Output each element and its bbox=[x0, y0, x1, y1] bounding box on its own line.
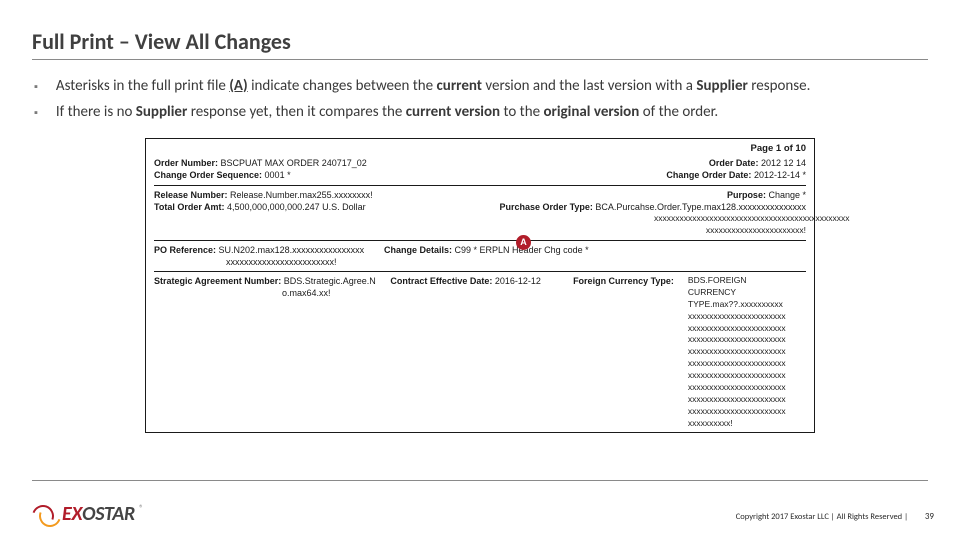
logo-swoosh-icon bbox=[32, 505, 60, 523]
copyright-text: Copyright 2017 Exostar LLC | All Rights … bbox=[736, 512, 908, 522]
logo-text-ost: OSTAR bbox=[82, 502, 135, 526]
logo-registered-mark: ® bbox=[139, 503, 143, 514]
exostar-logo: EX OSTAR ® bbox=[32, 502, 143, 526]
callout-badge-a: A bbox=[516, 235, 531, 250]
bullet-item: If there is no Supplier response yet, th… bbox=[32, 102, 928, 124]
slide: Full Print – View All Changes Asterisks … bbox=[0, 0, 960, 540]
foreign-currency-values: BDS.FOREIGN CURRENCY TYPE.max??.xxxxxxxx… bbox=[688, 275, 806, 430]
logo-text-ex: EX bbox=[62, 502, 82, 526]
footer-divider bbox=[32, 480, 928, 481]
bullet-list: Asterisks in the full print file (A) ind… bbox=[32, 76, 928, 124]
slide-number: 39 bbox=[925, 511, 934, 522]
bullet-text: Asterisks in the full print file (A) ind… bbox=[56, 76, 928, 98]
page-title: Full Print – View All Changes bbox=[32, 28, 928, 60]
po-type-overflow: xxxxxxxxxxxxxxxxxxxxxxxxxxxxxxxxxxxxxxxx… bbox=[154, 213, 806, 237]
footer: EX OSTAR ® Copyright 2017 Exostar LLC | … bbox=[0, 480, 960, 540]
bullet-text: If there is no Supplier response yet, th… bbox=[56, 102, 928, 124]
doc-page-indicator: Page 1 of 10 bbox=[154, 143, 806, 156]
embedded-document: Page 1 of 10 Order Number: BSCPUAT MAX O… bbox=[145, 138, 815, 433]
bullet-item: Asterisks in the full print file (A) ind… bbox=[32, 76, 928, 98]
